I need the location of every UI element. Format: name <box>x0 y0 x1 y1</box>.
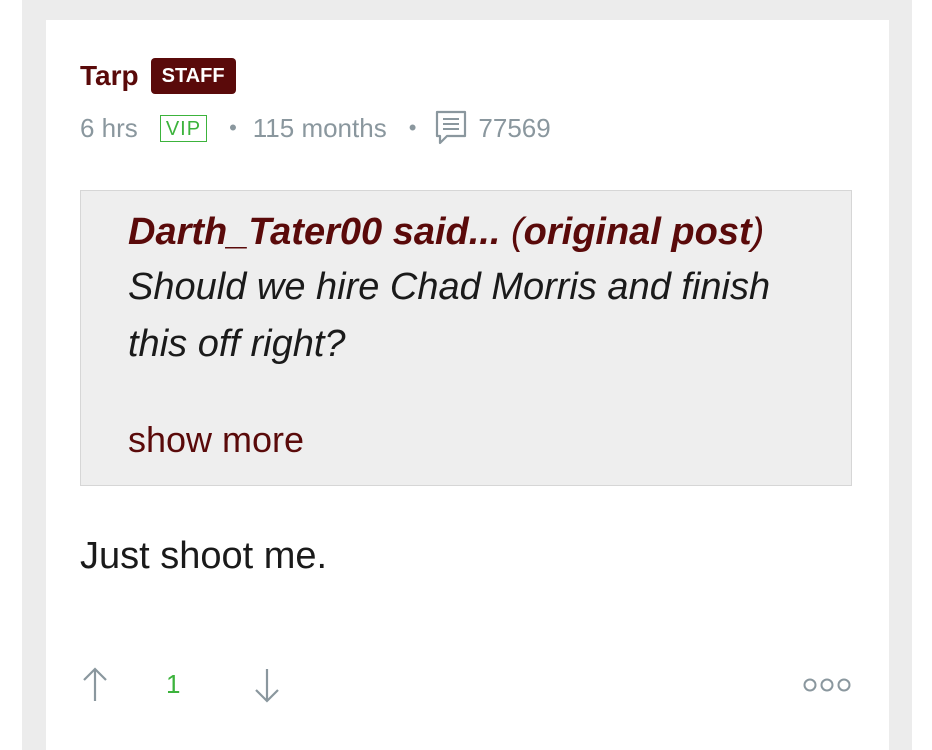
post-body: Just shoot me. <box>80 535 328 577</box>
quote-block: Darth_Tater00 said... (original post) Sh… <box>80 190 852 486</box>
post-meta: 6 hrs VIP • 115 months • 77569 <box>80 108 551 148</box>
quote-close-paren: ) <box>751 211 765 253</box>
original-post-link[interactable]: original post <box>524 211 752 253</box>
quote-text: Should we hire Chad Morris and finish th… <box>128 266 771 365</box>
vote-score: 1 <box>166 669 181 699</box>
separator-dot: • <box>229 115 237 140</box>
quote-open-paren: ( <box>510 211 524 253</box>
arrow-up-icon[interactable] <box>80 665 110 705</box>
quote-author: Darth_Tater00 said... <box>128 211 501 253</box>
show-more-link[interactable]: show more <box>128 419 304 461</box>
comment-icon <box>436 110 467 145</box>
quote-header[interactable]: Darth_Tater00 said... (original post) <box>128 207 764 257</box>
post-timestamp: 6 hrs <box>80 112 138 143</box>
post-count: 77569 <box>478 112 551 143</box>
separator-dot: • <box>408 115 417 140</box>
vote-bar: 1 <box>80 665 852 709</box>
author-row: Tarp STAFF <box>80 54 236 98</box>
more-options-icon[interactable] <box>802 673 852 697</box>
post-card: Tarp STAFF 6 hrs VIP • 115 months • 7756… <box>46 20 889 750</box>
vip-badge: VIP <box>159 114 208 142</box>
arrow-down-icon[interactable] <box>252 665 282 705</box>
staff-badge: STAFF <box>150 58 236 94</box>
author-name[interactable]: Tarp <box>80 60 139 92</box>
member-duration: 115 months <box>252 112 387 143</box>
